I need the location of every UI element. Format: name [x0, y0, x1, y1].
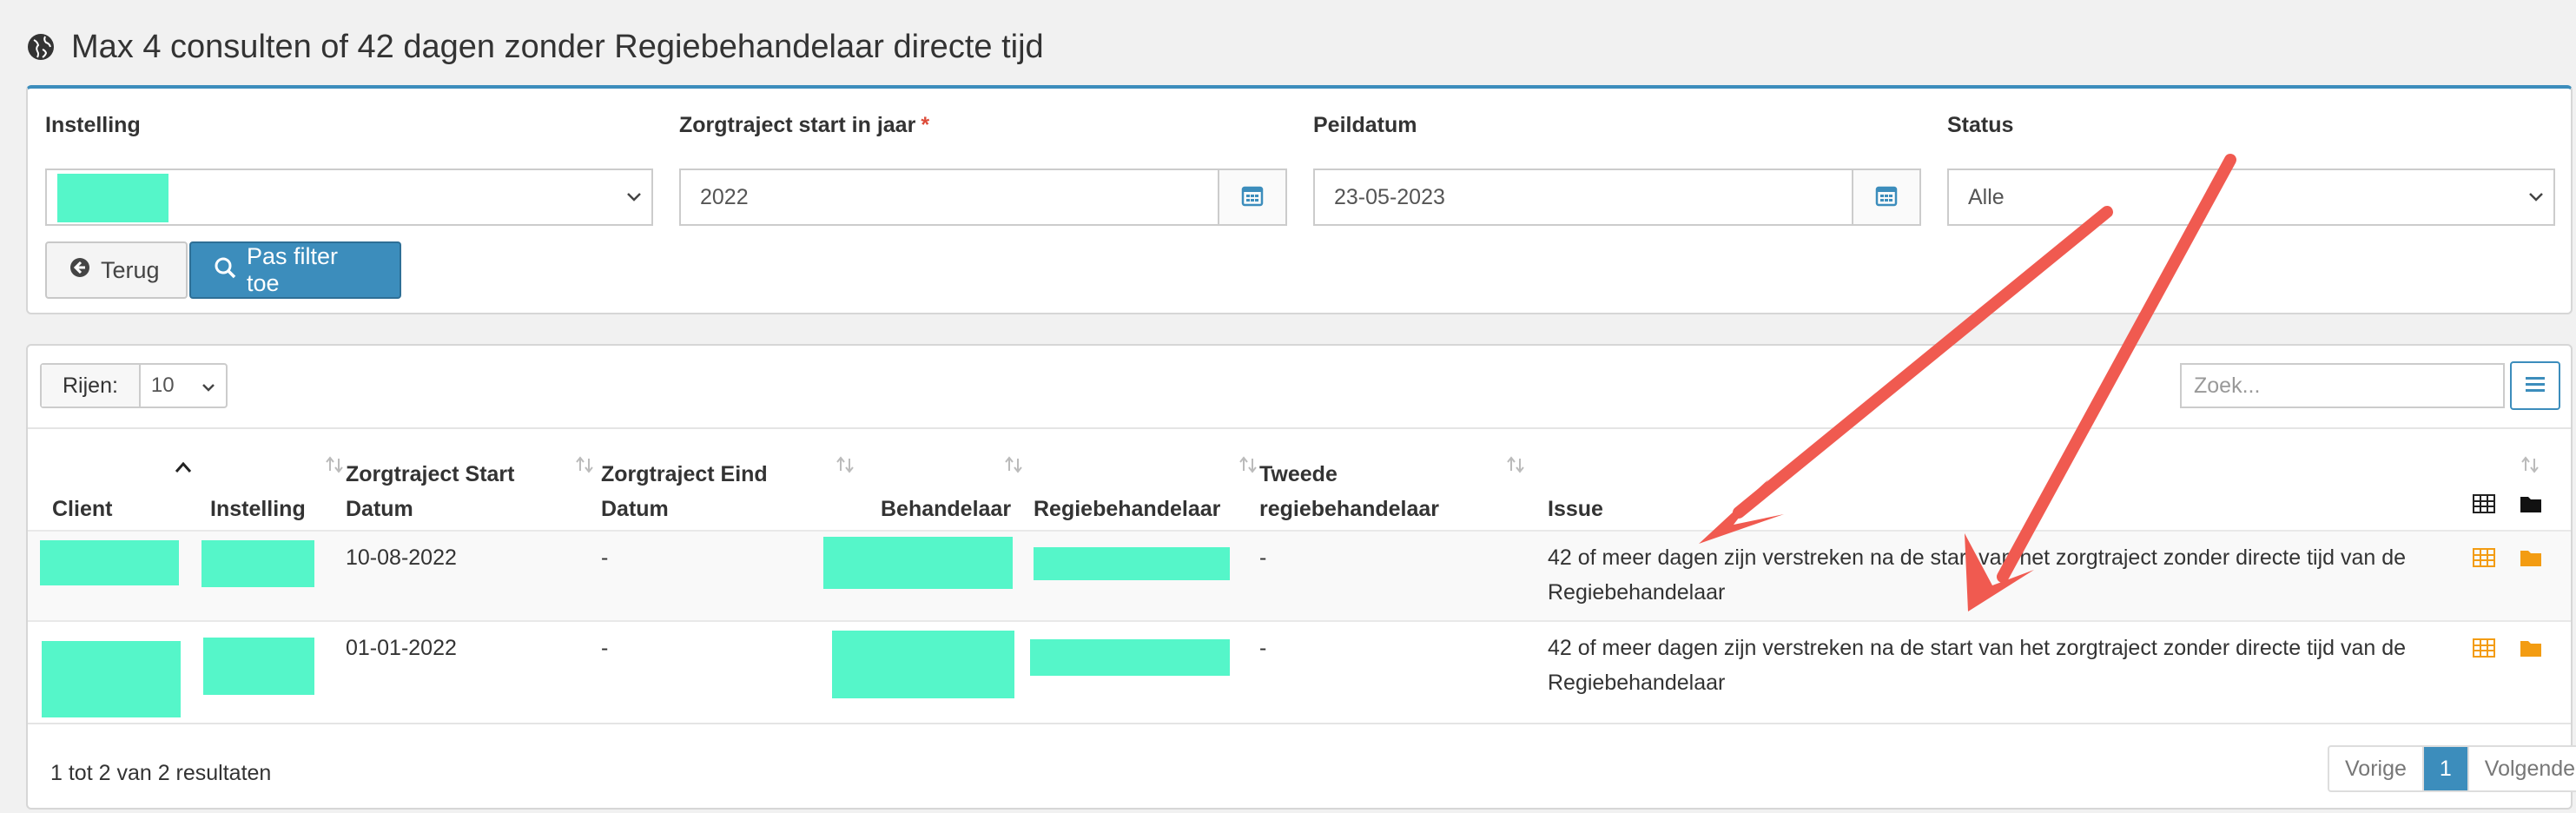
- instelling-select[interactable]: [45, 169, 653, 226]
- arrow-left-circle-icon: [69, 257, 90, 284]
- sort-asc-icon: [174, 450, 193, 485]
- issue-cell: 42 of meer dagen zijn verstreken na de s…: [1548, 636, 2407, 695]
- back-button-label: Terug: [101, 256, 160, 283]
- redacted-block: [201, 540, 314, 587]
- redacted-block: [1030, 639, 1230, 676]
- tweede-cell: -: [1259, 636, 1267, 660]
- status-value: Alle: [1968, 184, 2005, 209]
- peildatum-label: Peildatum: [1313, 113, 1417, 137]
- calendar-button[interactable]: [1219, 170, 1285, 224]
- prev-page-button[interactable]: Vorige: [2329, 747, 2424, 790]
- column-header-behandelaar[interactable]: Behandelaar: [853, 448, 1044, 526]
- table-icon: [2472, 493, 2496, 519]
- zorgtraject-filter: Zorgtraject start in jaar * 2022: [679, 113, 1287, 226]
- calendar-icon: [1874, 183, 1899, 212]
- status-select[interactable]: Alle: [1947, 169, 2555, 226]
- filter-panel: Instelling Zorgtraject start in jaar * 20…: [26, 85, 2573, 314]
- instelling-label: Instelling: [45, 113, 141, 137]
- apply-filter-button[interactable]: Pas filter toe: [189, 241, 401, 299]
- peildatum-control: 23-05-2023: [1313, 169, 1921, 226]
- results-panel: Rijen: 10 Zoek... Client Instelling Zorg…: [26, 344, 2576, 810]
- page-header: Max 4 consulten of 42 dagen zonder Regie…: [26, 19, 1044, 75]
- sort-icon: [1506, 450, 1525, 485]
- folder-open-icon[interactable]: [2519, 638, 2543, 663]
- folder-icon: [2519, 493, 2543, 519]
- page-title: Max 4 consulten of 42 dagen zonder Regie…: [71, 28, 1044, 65]
- calendar-icon: [1240, 183, 1265, 212]
- redacted-block: [57, 174, 168, 222]
- column-header-client[interactable]: Client: [52, 448, 193, 526]
- start-datum-cell: 01-01-2022: [346, 636, 457, 660]
- rows-select[interactable]: 10: [141, 365, 226, 406]
- sort-icon: [1238, 450, 1258, 485]
- table-icon[interactable]: [2472, 638, 2496, 663]
- chevron-down-icon: [617, 192, 651, 202]
- column-toggle-button[interactable]: [2510, 361, 2560, 410]
- redacted-block: [1034, 547, 1230, 580]
- table-icon[interactable]: [2472, 547, 2496, 572]
- search-icon: [214, 256, 236, 285]
- chevron-down-icon: [2519, 192, 2553, 202]
- pagination: Vorige 1 Volgende: [2328, 745, 2576, 792]
- redacted-block: [40, 540, 179, 585]
- table-row[interactable]: 01-01-2022 - - 42 of meer dagen zijn ver…: [28, 620, 2571, 723]
- issue-cell: 42 of meer dagen zijn verstreken na de s…: [1548, 545, 2407, 605]
- tweede-cell: -: [1259, 545, 1267, 570]
- sort-icon: [1004, 450, 1023, 485]
- column-header-tweede-regiebehandelaar[interactable]: Tweede regiebehandelaar: [1259, 448, 1524, 526]
- rows-per-page: Rijen: 10: [40, 363, 228, 408]
- peildatum-filter: Peildatum 23-05-2023: [1313, 113, 1921, 226]
- table-row[interactable]: 10-08-2022 - - 42 of meer dagen zijn ver…: [28, 530, 2571, 620]
- column-header-regiebehandelaar[interactable]: Regiebehandelaar: [1034, 448, 1268, 526]
- zorgtraject-year-input[interactable]: 2022: [681, 170, 1219, 224]
- sort-icon: [575, 450, 594, 485]
- zorgtraject-label: Zorgtraject start in jaar *: [679, 113, 930, 137]
- status-label: Status: [1947, 113, 2014, 137]
- required-marker: *: [921, 113, 930, 137]
- divider: [28, 723, 2571, 724]
- eind-datum-cell: -: [601, 545, 609, 570]
- globe-icon: [26, 32, 56, 62]
- sort-icon: [836, 450, 855, 485]
- calendar-button[interactable]: [1853, 170, 1919, 224]
- folder-open-icon[interactable]: [2519, 547, 2543, 572]
- redacted-block: [823, 537, 1013, 589]
- eind-datum-cell: -: [601, 636, 609, 660]
- sort-icon: [2520, 450, 2540, 485]
- status-filter: Status Alle: [1947, 113, 2555, 226]
- column-header-instelling[interactable]: Instelling: [210, 448, 349, 526]
- back-button[interactable]: Terug: [45, 241, 188, 299]
- result-count: 1 tot 2 van 2 resultaten: [50, 761, 272, 785]
- sort-icon: [325, 450, 344, 485]
- column-header-eind-datum[interactable]: Zorgtraject Eind Datum: [601, 448, 855, 526]
- next-page-button[interactable]: Volgende: [2469, 747, 2576, 790]
- chevron-down-icon: [201, 373, 215, 398]
- list-icon: [2523, 373, 2547, 399]
- redacted-block: [203, 638, 314, 695]
- redacted-block: [832, 631, 1014, 698]
- zorgtraject-control: 2022: [679, 169, 1287, 226]
- search-input[interactable]: Zoek...: [2180, 363, 2505, 408]
- instelling-filter: Instelling: [45, 113, 653, 226]
- column-header-start-datum[interactable]: Zorgtraject Start Datum: [346, 448, 593, 526]
- start-datum-cell: 10-08-2022: [346, 545, 457, 570]
- apply-filter-label: Pas filter toe: [247, 243, 339, 296]
- rows-value: 10: [150, 373, 175, 397]
- column-header-issue[interactable]: Issue: [1548, 448, 2540, 526]
- divider: [28, 427, 2571, 429]
- page-1-button[interactable]: 1: [2423, 747, 2469, 790]
- rows-label: Rijen:: [42, 365, 141, 406]
- zorgtraject-value: 2022: [700, 184, 749, 209]
- peildatum-value: 23-05-2023: [1334, 184, 1445, 209]
- peildatum-input[interactable]: 23-05-2023: [1315, 170, 1853, 224]
- redacted-block: [42, 641, 181, 717]
